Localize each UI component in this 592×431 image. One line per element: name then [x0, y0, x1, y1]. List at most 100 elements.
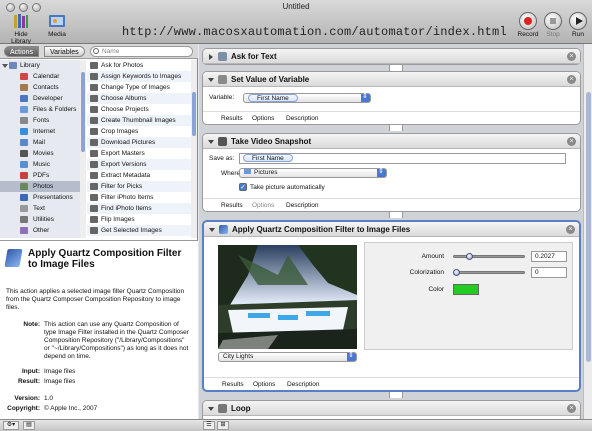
log-view-button[interactable]: ☰ — [203, 421, 215, 430]
category-item[interactable]: Internet — [0, 126, 85, 137]
popup-arrows-icon — [361, 93, 370, 102]
category-item[interactable]: Contacts — [0, 82, 85, 93]
category-item[interactable]: Library — [0, 60, 85, 71]
workflow-scrollbar[interactable] — [583, 44, 592, 419]
action-list-item[interactable]: Choose Albums — [87, 93, 197, 104]
scrollbar-thumb[interactable] — [192, 92, 196, 136]
category-label: Photos — [33, 183, 54, 190]
action-list-item[interactable]: Flip Images — [87, 214, 197, 225]
action-header[interactable]: Ask for Text × — [203, 49, 580, 64]
url-overlay-text: http://www.macosxautomation.com/automato… — [122, 25, 507, 39]
options-tab[interactable]: Options — [252, 114, 274, 123]
variable-popup[interactable]: First Name — [243, 93, 371, 103]
action-label: Choose Projects — [101, 106, 149, 113]
action-list: Ask for Photos Assign Keywords to Images C… — [87, 60, 197, 238]
tab-actions[interactable]: Actions — [4, 46, 39, 57]
amount-slider[interactable] — [453, 255, 525, 258]
action-list-item[interactable]: Create Thumbnail Images — [87, 115, 197, 126]
action-list-item[interactable]: Filter iPhoto Items — [87, 192, 197, 203]
action-list-item[interactable]: Ask for Photos — [87, 60, 197, 71]
action-ask-for-text[interactable]: Ask for Text × — [202, 48, 581, 65]
category-item[interactable]: Other — [0, 225, 85, 236]
disclosure-triangle-icon[interactable] — [208, 407, 214, 411]
options-tab[interactable]: Options — [252, 201, 274, 210]
disclosure-triangle-icon[interactable] — [209, 54, 213, 60]
category-item[interactable]: PDFs — [0, 170, 85, 181]
description-tab[interactable]: Description — [286, 201, 319, 210]
action-header[interactable]: Apply Quartz Composition Filter to Image… — [204, 222, 579, 237]
colorization-slider[interactable] — [453, 271, 525, 274]
disclosure-triangle-icon[interactable] — [2, 64, 8, 68]
action-set-value-of-variable[interactable]: Set Value of Variable × Variable: First … — [202, 71, 581, 125]
action-header[interactable]: Take Video Snapshot × — [203, 134, 580, 149]
media-button[interactable]: Media — [40, 12, 74, 38]
options-tab[interactable]: Options — [253, 380, 275, 389]
category-scrollbar[interactable] — [80, 60, 86, 238]
action-list-item[interactable]: Change Type of Images — [87, 82, 197, 93]
action-list-item[interactable]: Extract Metadata — [87, 170, 197, 181]
category-item[interactable]: Text — [0, 203, 85, 214]
action-list-item[interactable]: Export Versions — [87, 159, 197, 170]
category-item[interactable]: Calendar — [0, 71, 85, 82]
results-tab[interactable]: Results — [222, 380, 244, 389]
scrollbar-thumb[interactable] — [81, 72, 85, 152]
tab-variables[interactable]: Variables — [44, 46, 85, 57]
take-picture-checkbox[interactable]: ✓ — [239, 183, 247, 191]
action-icon — [90, 128, 98, 135]
disclosure-triangle-icon[interactable] — [208, 78, 214, 82]
pdf-icon — [20, 172, 28, 179]
action-list-item[interactable]: Get Selected Images — [87, 225, 197, 236]
library-search-input[interactable]: Name — [90, 46, 193, 57]
results-tab[interactable]: Results — [221, 114, 243, 123]
category-item[interactable]: Mail — [0, 137, 85, 148]
action-list-item[interactable]: Find iPhoto Items — [87, 203, 197, 214]
amount-field[interactable]: 0.2027 — [531, 251, 567, 262]
filter-popup[interactable]: City Lights — [218, 352, 357, 362]
category-item[interactable]: Files & Folders — [0, 104, 85, 115]
action-take-video-snapshot[interactable]: Take Video Snapshot × Save as: First Nam… — [202, 133, 581, 212]
save-as-field[interactable]: First Name — [239, 153, 566, 164]
close-icon[interactable]: × — [567, 75, 576, 84]
disclosure-triangle-icon[interactable] — [208, 140, 214, 144]
category-item[interactable]: Presentations — [0, 192, 85, 203]
scrollbar-thumb[interactable] — [586, 92, 591, 362]
action-list-item[interactable]: Export Masters — [87, 148, 197, 159]
action-list-item[interactable]: Choose Projects — [87, 104, 197, 115]
description-tab[interactable]: Description — [287, 380, 320, 389]
disclosure-triangle-icon[interactable] — [209, 228, 215, 232]
gear-menu-button[interactable]: ⚙▾ — [3, 421, 19, 430]
category-item[interactable]: Utilities — [0, 214, 85, 225]
category-item[interactable]: Movies — [0, 148, 85, 159]
action-list-item[interactable]: Assign Keywords to Images — [87, 71, 197, 82]
description-tab[interactable]: Description — [286, 114, 319, 123]
results-tab[interactable]: Results — [221, 201, 243, 210]
action-header[interactable]: Loop × — [203, 401, 580, 416]
run-button[interactable]: Run — [561, 12, 592, 38]
preview-image-art — [218, 245, 357, 349]
amount-slider-knob[interactable] — [466, 253, 474, 260]
where-popup[interactable]: Pictures — [239, 168, 387, 178]
action-apply-quartz-filter[interactable]: Apply Quartz Composition Filter to Image… — [202, 220, 581, 392]
description-body: This action applies a selected image fil… — [6, 288, 185, 311]
colorization-slider-knob[interactable] — [453, 269, 460, 276]
action-list-item[interactable]: Filter for Picks — [87, 181, 197, 192]
colorization-field[interactable]: 0 — [531, 267, 567, 278]
category-item[interactable]: Developer — [0, 93, 85, 104]
close-icon[interactable]: × — [567, 404, 576, 413]
hide-library-button[interactable]: Hide Library — [4, 12, 38, 45]
variables-view-button[interactable]: ⊞ — [217, 421, 229, 430]
action-header[interactable]: Set Value of Variable × — [203, 72, 580, 87]
close-icon[interactable]: × — [567, 52, 576, 61]
toggle-description-button[interactable]: ▤ — [23, 421, 35, 430]
action-list-item[interactable]: Download Pictures — [87, 137, 197, 148]
action-scrollbar[interactable] — [191, 60, 197, 238]
action-list-item[interactable]: Crop Images — [87, 126, 197, 137]
category-item[interactable]: Fonts — [0, 115, 85, 126]
action-loop[interactable]: Loop × — [202, 400, 581, 419]
category-item[interactable]: Photos — [0, 181, 85, 192]
color-well[interactable] — [453, 284, 479, 295]
close-icon[interactable]: × — [566, 225, 575, 234]
utilities-icon — [20, 216, 28, 223]
close-icon[interactable]: × — [567, 137, 576, 146]
category-item[interactable]: Music — [0, 159, 85, 170]
